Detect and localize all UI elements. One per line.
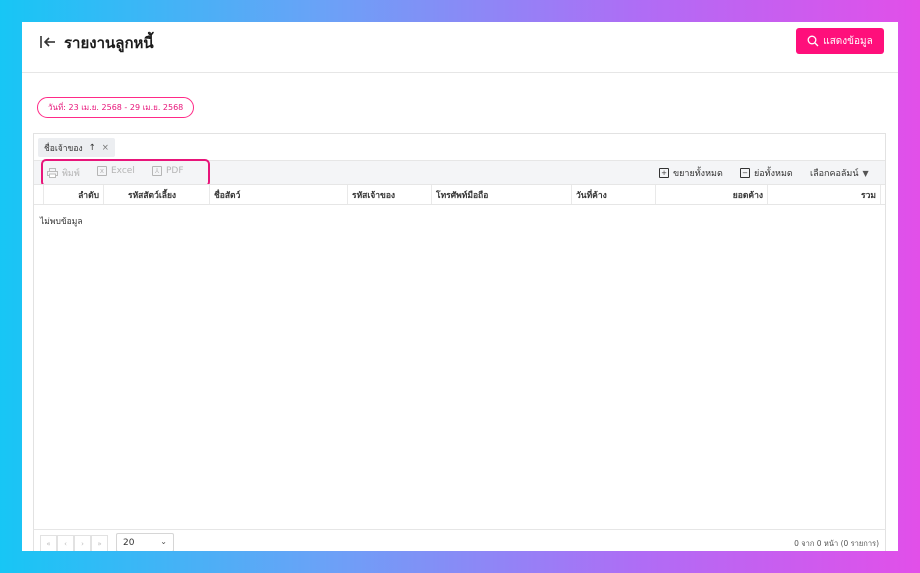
pdf-icon: ⅄ (152, 166, 162, 176)
excel-label: Excel (111, 166, 135, 176)
grid-toolbar: พิมพ์ x Excel ⅄ PDF + ขยายทั้งหมด − ย่อท… (34, 159, 885, 187)
pager: « ‹ › » (40, 535, 108, 551)
column-header-due-date[interactable]: วันที่ค้าง (572, 185, 656, 204)
remove-group-icon[interactable]: × (102, 143, 109, 153)
group-indent-column (34, 185, 44, 204)
expand-all-label: ขยายทั้งหมด (673, 169, 723, 179)
show-data-button[interactable]: แสดงข้อมูล (796, 28, 884, 54)
show-data-label: แสดงข้อมูล (823, 35, 873, 47)
print-button[interactable]: พิมพ์ (47, 166, 80, 180)
search-icon (807, 35, 819, 47)
column-header-total[interactable]: รวม (768, 185, 881, 204)
back-arrow-icon[interactable] (39, 34, 57, 50)
prev-page-icon[interactable]: ‹ (57, 535, 74, 551)
column-header-pet-id[interactable]: รหัสสัตว์เลี้ยง (124, 185, 210, 204)
expand-icon: + (659, 168, 669, 178)
date-range-chip[interactable]: วันที่: 23 เม.ย. 2568 - 29 เม.ย. 2568 (37, 97, 195, 118)
collapse-all-button[interactable]: − ย่อทั้งหมด (740, 166, 793, 180)
expand-all-button[interactable]: + ขยายทั้งหมด (659, 166, 723, 180)
column-header-row: ลำดับ รหัสสัตว์เลี้ยง ชื่อสัตว์ รหัสเจ้า… (34, 184, 885, 205)
page-size-value: 20 (123, 537, 135, 548)
column-header-pet-name[interactable]: ชื่อสัตว์ (210, 185, 348, 204)
excel-button[interactable]: x Excel (97, 166, 135, 176)
page-size-select[interactable]: 20 ⌄ (116, 533, 174, 551)
page-title: รายงานลูกหนี้ (64, 34, 154, 52)
column-chooser-label: เลือกคอลัมน์ (810, 169, 859, 179)
page-info: 0 จาก 0 หน้า (0 รายการ) (794, 539, 879, 548)
first-page-icon[interactable]: « (40, 535, 57, 551)
column-chooser-button[interactable]: เลือกคอลัมน์ ▼ (810, 166, 869, 180)
sort-ascending-icon[interactable]: ↑ (89, 143, 96, 153)
last-page-icon[interactable]: » (91, 535, 108, 551)
column-header-outstanding[interactable]: ยอดค้าง (656, 185, 768, 204)
printer-icon (47, 168, 58, 178)
excel-icon: x (97, 166, 107, 176)
group-chip-label: ชื่อเจ้าของ (44, 143, 83, 154)
pdf-button[interactable]: ⅄ PDF (152, 166, 184, 176)
group-panel: ชื่อเจ้าของ ↑ × (34, 134, 885, 160)
column-header-mobile[interactable]: โทรศัพท์มือถือ (432, 185, 572, 204)
column-header-index[interactable]: ลำดับ (44, 185, 104, 204)
group-chip-owner-name[interactable]: ชื่อเจ้าของ ↑ × (38, 138, 115, 157)
caret-down-icon: ▼ (862, 168, 869, 178)
no-data-message: ไม่พบข้อมูล (40, 217, 83, 227)
collapse-all-label: ย่อทั้งหมด (754, 169, 793, 179)
report-window: รายงานลูกหนี้ แสดงข้อมูล วันที่: 23 เม.ย… (22, 22, 898, 551)
grid-footer: « ‹ › » 20 ⌄ 0 จาก 0 หน้า (0 รายการ) (33, 529, 886, 551)
column-header-owner-id[interactable]: รหัสเจ้าของ (348, 185, 432, 204)
page-header: รายงานลูกหนี้ แสดงข้อมูล (22, 22, 898, 73)
pdf-label: PDF (166, 166, 184, 176)
next-page-icon[interactable]: › (74, 535, 91, 551)
data-grid: ชื่อเจ้าของ ↑ × พิมพ์ x Excel ⅄ PDF + ขย… (33, 133, 886, 551)
collapse-icon: − (740, 168, 750, 178)
print-label: พิมพ์ (62, 169, 80, 179)
chevron-down-icon: ⌄ (160, 537, 167, 546)
